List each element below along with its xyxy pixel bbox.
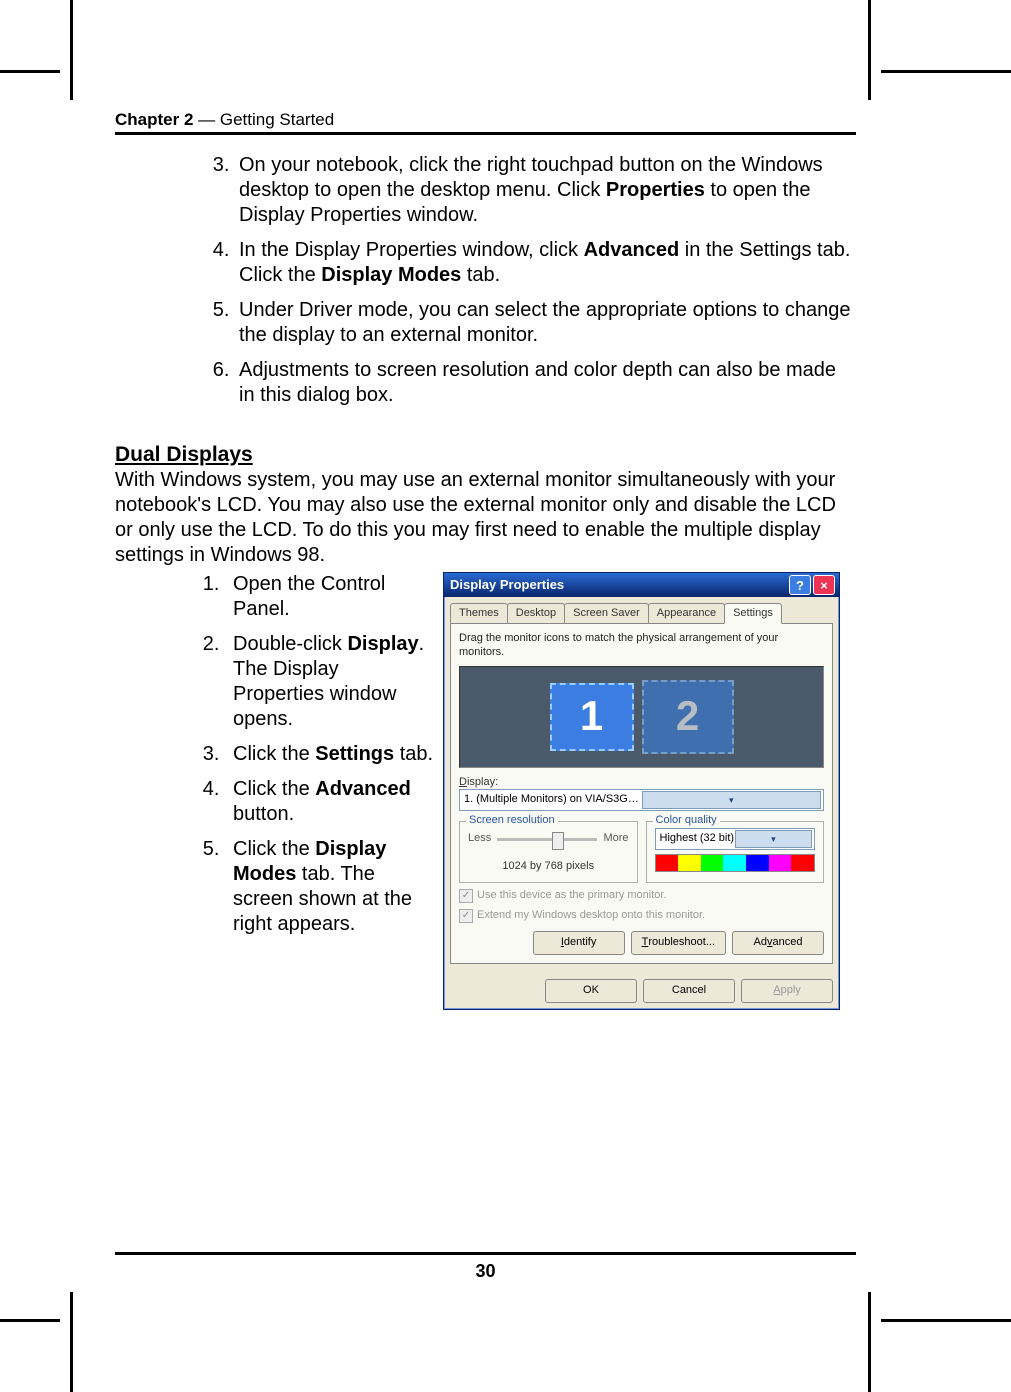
chevron-down-icon[interactable] — [642, 791, 822, 809]
chevron-down-icon[interactable] — [735, 830, 812, 848]
display-properties-dialog: Display Properties ? × Themes Desktop Sc… — [443, 572, 840, 1010]
tab-panel: Drag the monitor icons to match the phys… — [450, 623, 833, 964]
instruction-list-a: On your notebook, click the right touchp… — [235, 153, 856, 408]
slider-thumb-icon[interactable] — [552, 832, 564, 850]
drag-instruction: Drag the monitor icons to match the phys… — [459, 632, 824, 660]
identify-button[interactable]: Identify — [533, 931, 625, 955]
cancel-button[interactable]: Cancel — [643, 979, 735, 1003]
list-item: Under Driver mode, you can select the ap… — [235, 298, 856, 348]
list-item: Click the Settings tab. — [225, 742, 435, 767]
screen-resolution-group: Screen resolution Less More 1024 by 768 … — [459, 821, 638, 883]
tab-strip: Themes Desktop Screen Saver Appearance S… — [444, 597, 839, 624]
list-item: In the Display Properties window, click … — [235, 238, 856, 288]
list-item: On your notebook, click the right touchp… — [235, 153, 856, 228]
tab-appearance[interactable]: Appearance — [648, 603, 725, 624]
monitor-arrangement[interactable]: 1 2 — [459, 666, 824, 768]
page-number: 30 — [115, 1261, 856, 1282]
advanced-button[interactable]: Advanced — [732, 931, 824, 955]
list-item: Adjustments to screen resolution and col… — [235, 358, 856, 408]
checkbox-icon: ✓ — [459, 909, 473, 923]
tab-desktop[interactable]: Desktop — [507, 603, 565, 624]
display-label: Display: — [459, 776, 824, 790]
display-select[interactable]: 1. (Multiple Monitors) on VIA/S3G UniChr… — [459, 789, 824, 811]
apply-button: Apply — [741, 979, 833, 1003]
color-quality-group: Color quality Highest (32 bit) — [646, 821, 825, 883]
display-select-value: 1. (Multiple Monitors) on VIA/S3G UniChr… — [464, 793, 642, 807]
extend-desktop-checkbox: ✓ Extend my Windows desktop onto this mo… — [459, 909, 824, 923]
running-head: Chapter 2 — Getting Started — [115, 110, 856, 132]
color-quality-value: Highest (32 bit) — [660, 832, 735, 846]
list-item: Click the Display Modes tab. The screen … — [225, 837, 435, 937]
dialog-titlebar[interactable]: Display Properties ? × — [444, 573, 839, 597]
list-item: Open the Control Panel. — [225, 572, 435, 622]
monitor-2-icon[interactable]: 2 — [642, 680, 734, 754]
header-rule — [115, 132, 856, 135]
color-preview-bar — [655, 854, 816, 872]
slider-less-label: Less — [468, 832, 491, 846]
chapter-label: Chapter 2 — [115, 110, 193, 129]
footer-rule — [115, 1252, 856, 1255]
help-icon[interactable]: ? — [789, 575, 811, 595]
section-intro: With Windows system, you may use an exte… — [115, 468, 856, 568]
instruction-list-b: Open the Control Panel. Double-click Dis… — [225, 572, 435, 937]
list-item: Click the Advanced button. — [225, 777, 435, 827]
tab-screensaver[interactable]: Screen Saver — [564, 603, 649, 624]
primary-monitor-checkbox: ✓ Use this device as the primary monitor… — [459, 889, 824, 903]
resolution-slider[interactable] — [497, 838, 597, 841]
resolution-value: 1024 by 768 pixels — [468, 860, 629, 874]
section-heading: Dual Displays — [115, 442, 856, 468]
tab-themes[interactable]: Themes — [450, 603, 508, 624]
close-icon[interactable]: × — [813, 575, 835, 595]
slider-more-label: More — [603, 832, 628, 846]
checkbox-icon: ✓ — [459, 889, 473, 903]
dialog-title: Display Properties — [450, 577, 787, 593]
monitor-1-icon[interactable]: 1 — [550, 683, 634, 751]
chapter-title: — Getting Started — [193, 110, 334, 129]
troubleshoot-button[interactable]: Troubleshoot... — [631, 931, 726, 955]
tab-settings[interactable]: Settings — [724, 603, 782, 624]
ok-button[interactable]: OK — [545, 979, 637, 1003]
color-quality-select[interactable]: Highest (32 bit) — [655, 828, 816, 850]
list-item: Double-click Display. The Display Proper… — [225, 632, 435, 732]
